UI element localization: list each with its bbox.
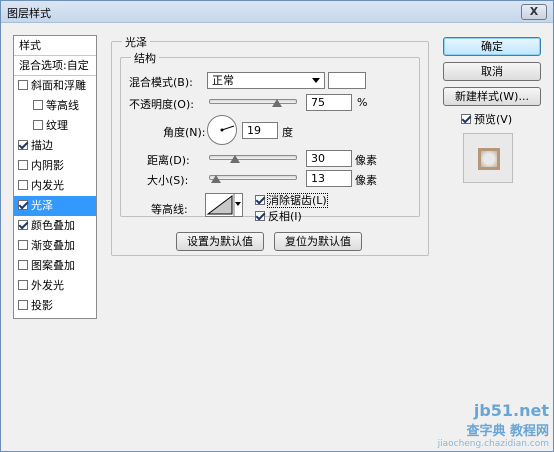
opacity-label: 不透明度(O): [129, 98, 194, 111]
checkbox-icon[interactable] [33, 120, 43, 130]
style-list-item[interactable]: 描边 [14, 136, 96, 156]
style-list-item[interactable]: 斜面和浮雕 [14, 76, 96, 96]
distance-label: 距离(D): [147, 154, 190, 167]
invert-check-icon [255, 211, 265, 221]
style-list-item-label: 颜色叠加 [31, 219, 75, 232]
checkbox-icon[interactable] [18, 160, 28, 170]
opacity-input[interactable]: 75 [306, 94, 352, 111]
new-style-button[interactable]: 新建样式(W)... [443, 87, 541, 106]
size-label: 大小(S): [147, 174, 189, 187]
checkbox-icon[interactable] [18, 200, 28, 210]
style-list-item-label: 斜面和浮雕 [31, 79, 86, 92]
style-list-item[interactable]: 内发光 [14, 176, 96, 196]
checkbox-icon[interactable] [18, 180, 28, 190]
cancel-button[interactable]: 取消 [443, 62, 541, 81]
style-list-item-label: 内阴影 [31, 159, 64, 172]
blend-options-item[interactable]: 混合选项:自定 [14, 56, 96, 76]
checkbox-icon[interactable] [18, 260, 28, 270]
checkbox-icon[interactable] [18, 80, 28, 90]
size-input[interactable]: 13 [306, 170, 352, 187]
distance-slider-thumb[interactable] [230, 155, 240, 163]
watermark: jb51.net 查字典 教程网 jiaocheng.chazidian.com [438, 401, 549, 449]
style-list-header[interactable]: 样式 [14, 36, 96, 56]
watermark-line3: jiaocheng.chazidian.com [437, 439, 549, 449]
satin-group-title: 光泽 [122, 34, 150, 50]
style-list-item[interactable]: 等高线 [14, 96, 96, 116]
style-list-item-label: 渐变叠加 [31, 239, 75, 252]
checkbox-icon[interactable] [18, 140, 28, 150]
preview-check-icon [461, 114, 471, 124]
style-list-item[interactable]: 内阴影 [14, 156, 96, 176]
opacity-slider[interactable] [209, 99, 297, 107]
close-button[interactable]: X [521, 4, 547, 20]
style-list-item-label: 图案叠加 [31, 259, 75, 272]
distance-input[interactable]: 30 [306, 150, 352, 167]
style-list-item-label: 光泽 [31, 199, 53, 212]
style-list-item[interactable]: 投影 [14, 296, 96, 316]
size-unit: 像素 [355, 174, 377, 187]
contour-picker[interactable] [205, 193, 243, 217]
checkbox-icon[interactable] [33, 100, 43, 110]
style-list-item[interactable]: 纹理 [14, 116, 96, 136]
style-list-item[interactable]: 颜色叠加 [14, 216, 96, 236]
style-list-item-label: 内发光 [31, 179, 64, 192]
close-icon: X [529, 5, 539, 18]
size-slider-thumb[interactable] [211, 175, 221, 183]
watermark-line1: jb51.net [473, 401, 549, 420]
satin-group: 光泽 结构 混合模式(B): 正常 不透明度(O): 75 % 角度(N): 1… [111, 34, 429, 256]
ok-button[interactable]: 确定 [443, 37, 541, 56]
style-list-item-label: 等高线 [46, 99, 79, 112]
style-list-item-label: 外发光 [31, 279, 64, 292]
blend-mode-label: 混合模式(B): [129, 76, 193, 89]
opacity-slider-thumb[interactable] [272, 99, 282, 107]
style-list-item-label: 投影 [31, 299, 53, 312]
style-list: 样式 混合选项:自定 斜面和浮雕等高线纹理描边内阴影内发光光泽颜色叠加渐变叠加图… [13, 35, 97, 319]
checkbox-icon[interactable] [18, 240, 28, 250]
style-list-item-label: 描边 [31, 139, 53, 152]
angle-input[interactable]: 19 [242, 122, 278, 139]
checkbox-icon[interactable] [18, 300, 28, 310]
antialias-check-icon [255, 195, 265, 205]
structure-group: 结构 混合模式(B): 正常 不透明度(O): 75 % 角度(N): 19 度 [120, 50, 420, 223]
size-slider[interactable] [209, 175, 297, 183]
blend-mode-select[interactable]: 正常 [207, 72, 325, 89]
invert-checkbox[interactable]: 反相(I) [255, 208, 302, 224]
angle-dial[interactable] [207, 115, 237, 145]
style-list-item[interactable]: 渐变叠加 [14, 236, 96, 256]
style-list-item-label: 纹理 [46, 119, 68, 132]
checkbox-icon[interactable] [18, 280, 28, 290]
style-list-item[interactable]: 光泽 [14, 196, 96, 216]
opacity-unit: % [357, 96, 368, 109]
preview-swatch [478, 148, 500, 170]
watermark-line2: 查字典 教程网 [466, 424, 549, 439]
style-list-item[interactable]: 外发光 [14, 276, 96, 296]
antialias-checkbox[interactable]: 消除锯齿(L) [255, 192, 328, 208]
title-bar: 图层样式 X [1, 1, 553, 23]
chevron-down-icon [312, 78, 320, 83]
contour-linear-icon [206, 194, 241, 216]
contour-label: 等高线: [151, 203, 188, 216]
make-default-button[interactable]: 设置为默认值 [176, 232, 264, 251]
angle-label: 角度(N): [163, 126, 206, 139]
checkbox-icon[interactable] [18, 220, 28, 230]
style-list-item[interactable]: 图案叠加 [14, 256, 96, 276]
angle-unit: 度 [282, 126, 293, 139]
layer-style-dialog: 图层样式 X 样式 混合选项:自定 斜面和浮雕 等高线 纹理 描边 内阴影 内发光 光泽 颜色… [0, 0, 554, 452]
distance-unit: 像素 [355, 154, 377, 167]
blend-mode-value: 正常 [212, 74, 234, 87]
window-title: 图层样式 [7, 7, 51, 20]
distance-slider[interactable] [209, 155, 297, 163]
angle-needle-icon [220, 125, 235, 132]
preview-checkbox[interactable]: 预览(V) [461, 111, 512, 127]
satin-color-swatch[interactable] [328, 72, 366, 89]
preview-thumbnail [463, 133, 513, 183]
structure-group-title: 结构 [131, 50, 159, 66]
reset-default-button[interactable]: 复位为默认值 [274, 232, 362, 251]
